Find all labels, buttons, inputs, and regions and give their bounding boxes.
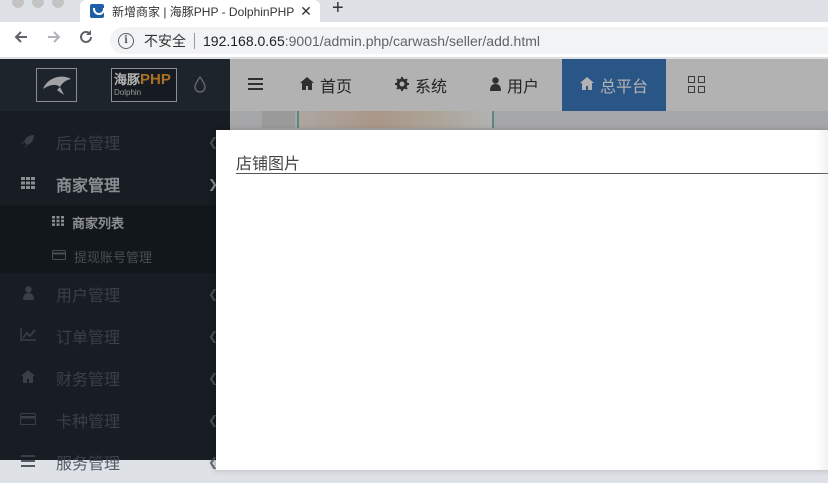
browser-toolbar: i 不安全 192.168.0.65 :9001/admin.php/carwa… xyxy=(0,22,828,58)
forward-arrow-icon[interactable] xyxy=(43,29,65,51)
image-modal: 店铺图片 xyxy=(216,130,828,470)
address-bar[interactable]: i 不安全 192.168.0.65 :9001/admin.php/carwa… xyxy=(110,27,828,54)
modal-title: 店铺图片 xyxy=(236,150,828,174)
dolphin-favicon-icon xyxy=(90,4,105,18)
divider xyxy=(194,32,195,49)
browser-tab-strip: 新增商家 | 海豚PHP - DolphinPHP ✕ + xyxy=(0,0,828,22)
window-zoom-control[interactable] xyxy=(52,0,64,8)
tab-close-icon[interactable]: ✕ xyxy=(298,3,314,20)
window-close-control[interactable] xyxy=(12,0,24,8)
reload-icon[interactable] xyxy=(75,29,97,51)
app-window: 海豚PHP Dolphin 首页 系统 用户 总平台 后台管理 ❮ 商家管理 ❯… xyxy=(0,59,828,473)
url-path: :9001/admin.php/carwash/seller/add.html xyxy=(284,32,541,49)
security-label: 不安全 xyxy=(144,32,186,49)
info-icon[interactable]: i xyxy=(118,32,134,49)
url-host: 192.168.0.65 xyxy=(203,32,285,49)
window-minimize-control[interactable] xyxy=(32,0,44,8)
new-tab-button[interactable]: + xyxy=(332,0,344,20)
browser-tab[interactable]: 新增商家 | 海豚PHP - DolphinPHP ✕ xyxy=(80,0,320,22)
modal-edge-shadow xyxy=(816,130,828,470)
back-arrow-icon[interactable] xyxy=(10,29,32,51)
tab-title: 新增商家 | 海豚PHP - DolphinPHP xyxy=(112,4,295,19)
